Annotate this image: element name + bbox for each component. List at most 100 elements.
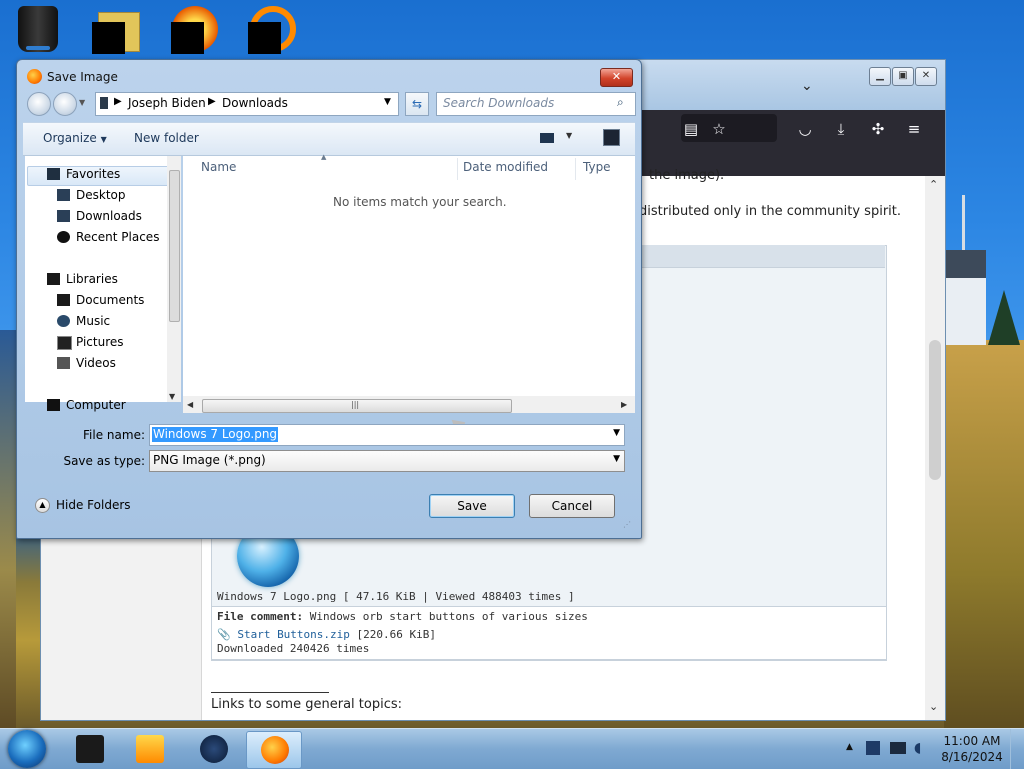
videos-icon bbox=[57, 357, 70, 369]
chevron-down-icon: ▼ bbox=[100, 135, 107, 144]
volume-icon[interactable]: ◖ bbox=[914, 740, 921, 756]
taskbar-item-browser[interactable] bbox=[186, 731, 240, 767]
save-button[interactable]: Save bbox=[429, 494, 515, 518]
breadcrumb-separator-icon[interactable]: ▶ bbox=[114, 96, 122, 107]
file-name-label: File name: bbox=[83, 428, 145, 442]
chevron-down-icon[interactable]: ▼ bbox=[613, 428, 620, 438]
downloads-icon bbox=[57, 210, 70, 222]
breadcrumb-separator-icon[interactable]: ▶ bbox=[208, 96, 216, 107]
show-hidden-icons-icon[interactable]: ▲ bbox=[846, 742, 853, 752]
hide-folders-button[interactable]: ▲ Hide Folders bbox=[35, 498, 131, 513]
tree-item-music[interactable]: Music bbox=[76, 314, 110, 328]
tree-item-documents[interactable]: Documents bbox=[76, 293, 144, 307]
dialog-title: Save Image bbox=[47, 70, 118, 84]
wallpaper-mast bbox=[962, 195, 965, 255]
wallpaper-hill bbox=[944, 340, 1024, 730]
bookmark-star-icon[interactable]: ☆ bbox=[708, 118, 730, 140]
new-folder-button[interactable]: New folder bbox=[134, 131, 199, 145]
computer-icon bbox=[47, 399, 60, 411]
redacted-box bbox=[92, 22, 125, 54]
view-icon[interactable] bbox=[540, 133, 554, 143]
search-icon[interactable]: ⌕ bbox=[617, 95, 624, 110]
reader-view-icon[interactable]: ▤ bbox=[680, 118, 702, 140]
network-icon[interactable] bbox=[890, 742, 906, 754]
tree-item-downloads[interactable]: Downloads bbox=[76, 209, 142, 223]
media-player-icon bbox=[136, 735, 164, 763]
address-bar[interactable]: ▶ Joseph Biden ▶ Downloads ▼ bbox=[95, 92, 399, 116]
column-divider[interactable] bbox=[457, 158, 458, 180]
breadcrumb-item[interactable]: Joseph Biden bbox=[128, 96, 206, 110]
breadcrumb-item[interactable]: Downloads bbox=[222, 96, 288, 110]
download-count: Downloaded 240426 times bbox=[217, 642, 370, 655]
attachment-link[interactable]: Start Buttons.zip bbox=[237, 628, 350, 641]
chevron-up-icon: ▲ bbox=[35, 498, 50, 513]
refresh-button[interactable]: ⇆ bbox=[405, 92, 429, 116]
save-as-type-label: Save as type: bbox=[63, 454, 145, 468]
tree-item-favorites[interactable]: Favorites bbox=[66, 167, 120, 181]
action-center-icon[interactable] bbox=[866, 741, 880, 755]
recent-pages-arrow-icon[interactable]: ▼ bbox=[79, 98, 85, 107]
maximize-button[interactable]: ▣ bbox=[892, 67, 914, 86]
save-as-type-value[interactable]: PNG Image (*.png) bbox=[153, 453, 266, 467]
download-icon[interactable]: ⤓ bbox=[830, 118, 852, 140]
taskbar-item-libraries[interactable] bbox=[62, 731, 116, 767]
wallpaper-house-roof bbox=[944, 250, 986, 278]
libraries-icon bbox=[47, 273, 60, 285]
links-heading: Links to some general topics: bbox=[211, 697, 402, 712]
tree-item-computer[interactable]: Computer bbox=[66, 398, 126, 412]
scroll-up-arrow-icon[interactable]: ⌃ bbox=[929, 178, 938, 191]
save-as-type-select[interactable]: PNG Image (*.png) ▼ bbox=[149, 450, 625, 472]
file-name-input[interactable]: Windows 7 Logo.png ▼ bbox=[149, 424, 625, 446]
firefox-icon bbox=[261, 736, 289, 764]
column-divider[interactable] bbox=[575, 158, 576, 180]
forward-button[interactable] bbox=[53, 92, 77, 116]
file-list[interactable] bbox=[183, 156, 635, 402]
file-name-value[interactable]: Windows 7 Logo.png bbox=[152, 427, 279, 442]
empty-message: No items match your search. bbox=[333, 195, 507, 209]
tree-item-desktop[interactable]: Desktop bbox=[76, 188, 126, 202]
scroll-down-arrow-icon[interactable]: ▼ bbox=[169, 392, 175, 401]
address-dropdown-icon[interactable]: ▼ bbox=[384, 97, 391, 107]
tree-item-videos[interactable]: Videos bbox=[76, 356, 116, 370]
close-button[interactable]: ✕ bbox=[915, 67, 937, 86]
organize-button[interactable]: Organize ▼ bbox=[43, 131, 107, 145]
back-button[interactable] bbox=[27, 92, 51, 116]
column-header-name[interactable]: Name bbox=[201, 160, 236, 174]
extensions-icon[interactable]: ✣ bbox=[867, 118, 889, 140]
dialog-close-button[interactable]: ✕ bbox=[600, 68, 633, 87]
tree-item-recent-places[interactable]: Recent Places bbox=[76, 230, 159, 244]
page-scrollbar-thumb[interactable] bbox=[929, 340, 941, 480]
taskbar-item-firefox[interactable] bbox=[246, 731, 302, 769]
menu-icon[interactable]: ≡ bbox=[903, 118, 925, 140]
view-dropdown-icon[interactable]: ▼ bbox=[566, 131, 572, 140]
navigation-scrollbar-thumb[interactable] bbox=[169, 170, 180, 322]
preview-pane-icon[interactable] bbox=[603, 129, 620, 146]
scroll-left-arrow-icon[interactable]: ◀ bbox=[187, 400, 193, 409]
search-box[interactable]: Search Downloads ⌕ bbox=[436, 92, 636, 116]
resize-grip-icon[interactable]: ⋰ bbox=[623, 520, 631, 529]
column-header-date-modified[interactable]: Date modified bbox=[463, 160, 548, 174]
show-desktop-button[interactable] bbox=[1010, 729, 1024, 769]
folder-icon bbox=[100, 97, 108, 109]
wallpaper-tree bbox=[988, 290, 1020, 345]
taskbar-item-media-player[interactable] bbox=[122, 731, 176, 767]
cancel-button[interactable]: Cancel bbox=[529, 494, 615, 518]
wallpaper-left-strip bbox=[0, 330, 16, 730]
start-button[interactable] bbox=[8, 730, 46, 768]
chevron-down-icon[interactable]: ▼ bbox=[613, 454, 620, 464]
search-placeholder[interactable]: Search Downloads bbox=[443, 96, 554, 110]
column-header-type[interactable]: Type bbox=[583, 160, 611, 174]
divider bbox=[211, 692, 329, 693]
pocket-icon[interactable]: ◡ bbox=[794, 118, 816, 140]
recycle-bin-icon[interactable] bbox=[18, 6, 58, 52]
chevron-down-icon[interactable]: ⌄ bbox=[801, 78, 813, 94]
minimize-button[interactable]: ▁ bbox=[869, 67, 891, 86]
clock[interactable]: 11:00 AM 8/16/2024 bbox=[940, 733, 1004, 765]
scroll-down-arrow-icon[interactable]: ⌄ bbox=[929, 700, 938, 713]
tree-item-libraries[interactable]: Libraries bbox=[66, 272, 118, 286]
navigation-scrollbar[interactable]: ▼ bbox=[167, 156, 181, 402]
sort-arrow-icon: ▲ bbox=[321, 153, 327, 161]
organize-label: Organize bbox=[43, 131, 97, 145]
scroll-right-arrow-icon[interactable]: ▶ bbox=[621, 400, 627, 409]
tree-item-pictures[interactable]: Pictures bbox=[76, 335, 124, 349]
